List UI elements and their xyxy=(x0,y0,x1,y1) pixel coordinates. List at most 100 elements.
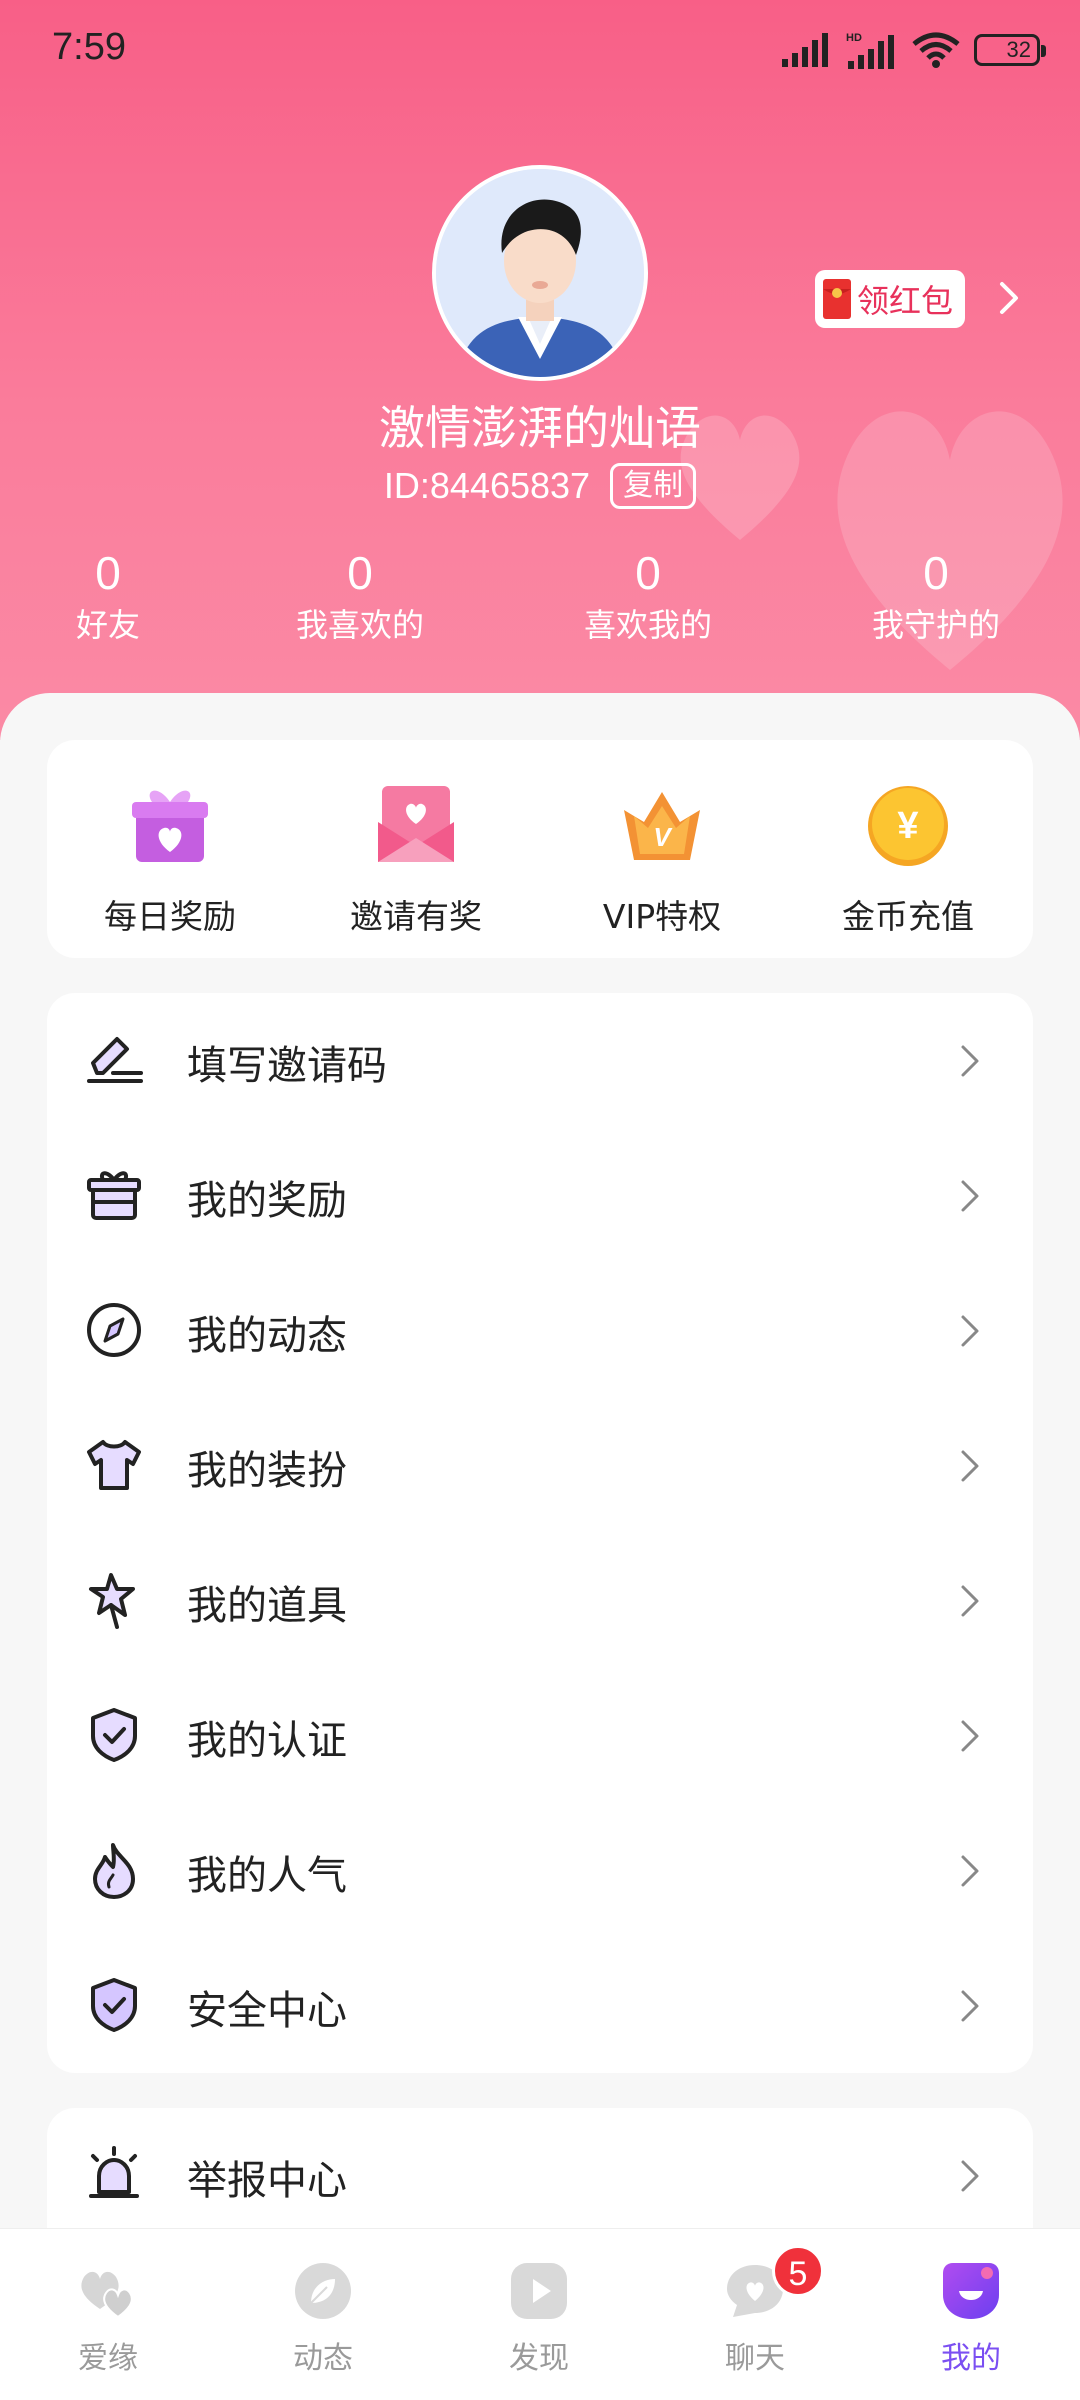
quick-actions-card: 每日奖励 邀请有奖 V VIP特权 ¥ 金币充值 xyxy=(47,740,1033,958)
avatar-person-icon xyxy=(436,169,644,377)
shield-check-icon xyxy=(91,1708,137,1762)
stat-label: 我守护的 xyxy=(871,606,1000,644)
flame-icon xyxy=(93,1843,135,1899)
quick-action-label: VIP特权 xyxy=(602,897,722,936)
content-sheet: 每日奖励 邀请有奖 V VIP特权 ¥ 金币充值 填写邀请码 我的奖励 我的动态… xyxy=(0,693,1080,2268)
profile-header: 7:59 HD 32 激情澎湃的灿语 ID:84465837 复制 领红包 0 … xyxy=(0,0,1080,740)
stat-likes-me[interactable]: 0 喜欢我的 xyxy=(528,545,768,649)
quick-action-label: 每日奖励 xyxy=(104,897,236,936)
stat-value: 0 xyxy=(635,547,661,599)
play-icon xyxy=(511,2263,567,2319)
menu-list-card: 填写邀请码 我的奖励 我的动态 我的装扮 我的道具 我的认证 我的人气 安全中心 xyxy=(47,993,1033,2073)
avatar[interactable] xyxy=(432,165,648,381)
nav-tab-label: 我的 xyxy=(941,2341,1001,2376)
nav-tab-discover[interactable]: 发现 xyxy=(464,2259,614,2377)
chevron-right-icon[interactable] xyxy=(990,278,1030,318)
stat-label: 喜欢我的 xyxy=(583,606,712,644)
quick-action-daily-reward[interactable]: 每日奖励 xyxy=(47,776,293,938)
nav-tab-label: 聊天 xyxy=(725,2341,785,2376)
menu-item-label: 我的道具 xyxy=(187,1583,347,1629)
nav-tab-label: 发现 xyxy=(509,2341,569,2376)
status-bar: 7:59 HD 32 xyxy=(0,0,1080,100)
signal-hd-icon: HD xyxy=(846,32,894,69)
stat-label: 好友 xyxy=(75,606,140,644)
nav-tab-mine[interactable]: 我的 xyxy=(896,2259,1046,2377)
menu-item-my-moments[interactable]: 我的动态 xyxy=(47,1263,1033,1398)
menu-item-my-outfits[interactable]: 我的装扮 xyxy=(47,1398,1033,1533)
menu-item-label: 我的装扮 xyxy=(187,1448,347,1494)
leaf-icon xyxy=(295,2263,351,2319)
signal-icon xyxy=(782,33,828,67)
security-shield-icon xyxy=(91,1978,137,2032)
nav-tab-aiyuan[interactable]: 爱缘 xyxy=(33,2259,183,2377)
stat-value: 0 xyxy=(95,547,121,599)
menu-item-invite-code[interactable]: 填写邀请码 xyxy=(47,993,1033,1128)
svg-text:HD: HD xyxy=(846,32,862,44)
alarm-icon xyxy=(89,2146,139,2198)
red-envelope-icon xyxy=(823,279,851,319)
stat-i-like[interactable]: 0 我喜欢的 xyxy=(240,545,480,649)
menu-item-security-center[interactable]: 安全中心 xyxy=(47,1938,1033,2073)
shirt-icon xyxy=(87,1440,141,1490)
quick-action-coin-recharge[interactable]: ¥ 金币充值 xyxy=(785,776,1031,938)
menu-item-label: 我的认证 xyxy=(187,1718,347,1764)
coin-icon: ¥ xyxy=(868,786,948,866)
wifi-icon xyxy=(912,32,960,68)
status-icons: HD 32 xyxy=(780,28,1046,72)
stats-row: 0 好友 0 我喜欢的 0 喜欢我的 0 我守护的 xyxy=(0,545,1080,655)
user-id-text: ID:84465837 xyxy=(383,465,591,506)
menu-item-report-center[interactable]: 举报中心 xyxy=(47,2108,1033,2243)
red-packet-button[interactable]: 领红包 xyxy=(815,270,966,328)
copy-id-button[interactable]: 复制 xyxy=(610,463,697,509)
stat-value: 0 xyxy=(923,547,949,599)
user-id-row: ID:84465837 复制 xyxy=(0,463,1080,509)
chevron-right-icon xyxy=(961,2160,979,2192)
svg-text:V: V xyxy=(653,822,673,852)
invite-envelope-icon xyxy=(378,786,454,862)
nav-tab-label: 爱缘 xyxy=(78,2341,138,2376)
menu-item-my-popularity[interactable]: 我的人气 xyxy=(47,1803,1033,1938)
chevron-right-icon xyxy=(961,1585,979,1617)
chevron-right-icon xyxy=(961,1045,979,1077)
unread-badge: 5 xyxy=(772,2245,824,2297)
menu-item-my-verification[interactable]: 我的认证 xyxy=(47,1668,1033,1803)
nav-tab-chat[interactable]: 聊天 5 xyxy=(680,2245,830,2377)
menu-item-my-props[interactable]: 我的道具 xyxy=(47,1533,1033,1668)
chevron-right-icon xyxy=(961,1990,979,2022)
nickname: 激情澎湃的灿语 xyxy=(379,401,701,455)
stat-label: 我喜欢的 xyxy=(295,606,424,644)
magic-wand-icon xyxy=(89,1573,135,1629)
chevron-right-icon xyxy=(961,1720,979,1752)
chevron-right-icon xyxy=(961,1855,979,1887)
quick-action-invite-reward[interactable]: 邀请有奖 xyxy=(293,776,539,938)
chevron-right-icon xyxy=(961,1315,979,1347)
menu-item-label: 举报中心 xyxy=(187,2158,347,2204)
vip-crown-icon: V xyxy=(624,792,700,860)
red-packet-label: 领红包 xyxy=(857,282,954,320)
menu-item-label: 我的人气 xyxy=(187,1853,347,1899)
menu-item-label: 填写邀请码 xyxy=(187,1043,387,1089)
nav-tab-label: 动态 xyxy=(293,2341,353,2376)
quick-action-vip[interactable]: V VIP特权 xyxy=(539,776,785,938)
hearts-icon xyxy=(81,2271,133,2319)
stat-guarding[interactable]: 0 我守护的 xyxy=(816,545,1056,649)
status-time: 7:59 xyxy=(52,26,126,68)
nav-tab-moments[interactable]: 动态 xyxy=(248,2259,398,2377)
stat-value: 0 xyxy=(347,547,373,599)
stat-friends[interactable]: 0 好友 xyxy=(0,545,228,649)
profile-icon xyxy=(943,2263,999,2319)
quick-action-label: 金币充值 xyxy=(842,897,974,936)
bottom-nav: 爱缘 动态 发现 聊天 5 我的 xyxy=(0,2228,1080,2400)
edit-pen-icon xyxy=(87,1037,143,1083)
chevron-right-icon xyxy=(961,1180,979,1212)
chevron-right-icon xyxy=(961,1450,979,1482)
compass-icon xyxy=(87,1303,141,1357)
menu-item-label: 安全中心 xyxy=(187,1988,347,2034)
gift-box-icon xyxy=(87,1171,141,1220)
gift-icon xyxy=(132,790,208,862)
menu-item-my-rewards[interactable]: 我的奖励 xyxy=(47,1128,1033,1263)
menu-item-label: 我的奖励 xyxy=(187,1178,347,1224)
menu-item-label: 我的动态 xyxy=(187,1313,347,1359)
battery-icon: 32 xyxy=(974,34,1046,66)
svg-text:¥: ¥ xyxy=(897,805,918,847)
